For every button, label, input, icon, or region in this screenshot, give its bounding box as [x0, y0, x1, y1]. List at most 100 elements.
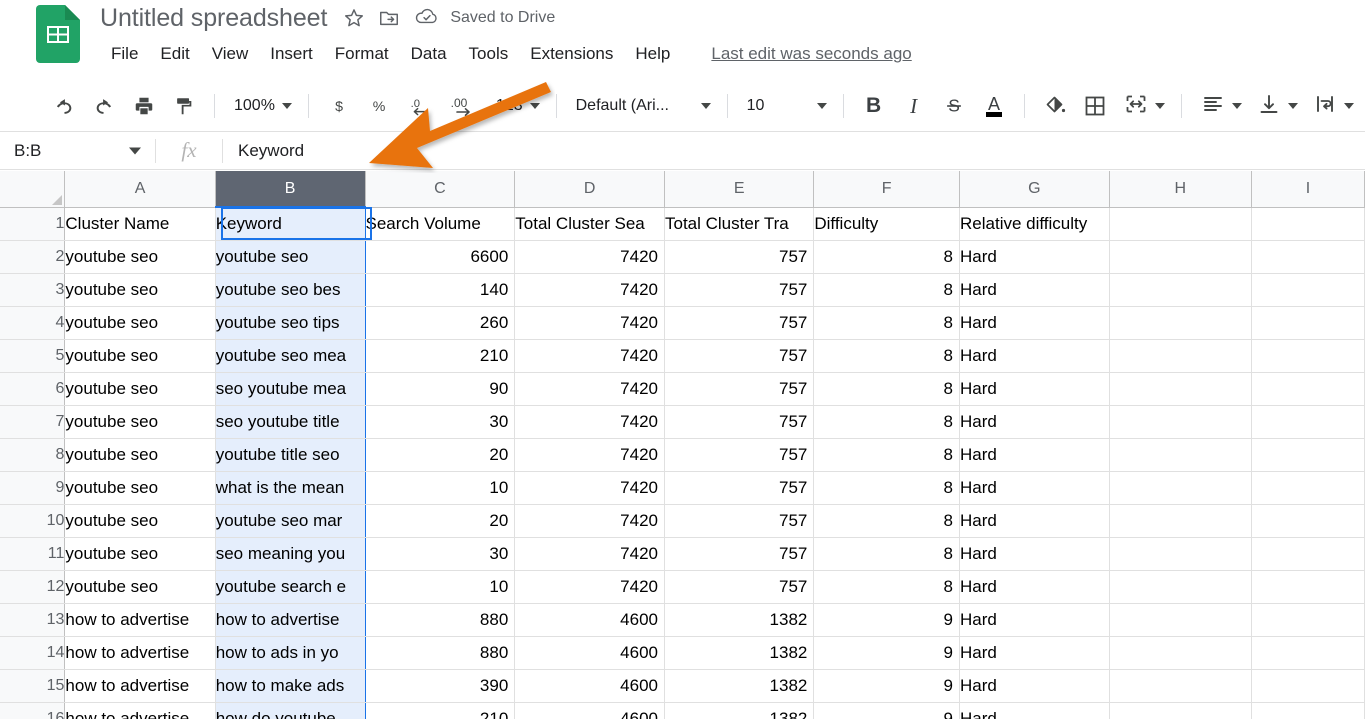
cell-H14[interactable]: [1109, 636, 1253, 670]
cell-G2[interactable]: Hard: [959, 240, 1110, 274]
undo-icon[interactable]: [47, 89, 81, 123]
cell-H4[interactable]: [1109, 306, 1253, 340]
cell-F9[interactable]: 8: [813, 471, 961, 505]
cell-B6[interactable]: seo youtube mea: [214, 372, 366, 406]
cell-I7[interactable]: [1251, 405, 1365, 439]
star-outline-icon[interactable]: [341, 5, 367, 31]
cell-H2[interactable]: [1109, 240, 1253, 274]
cell-G3[interactable]: Hard: [959, 273, 1110, 307]
cell-A8[interactable]: youtube seo: [64, 438, 216, 472]
cell-I10[interactable]: [1251, 504, 1365, 538]
cell-G5[interactable]: Hard: [959, 339, 1110, 373]
cell-F14[interactable]: 9: [813, 636, 961, 670]
cell-E2[interactable]: 757: [664, 240, 815, 274]
cell-I8[interactable]: [1251, 438, 1365, 472]
column-header-g[interactable]: G: [959, 171, 1110, 208]
percent-icon[interactable]: %: [362, 89, 396, 123]
text-wrapping-selector[interactable]: [1304, 89, 1360, 123]
cell-A15[interactable]: how to advertise: [64, 669, 216, 703]
menu-file[interactable]: File: [100, 39, 149, 69]
cell-G12[interactable]: Hard: [959, 570, 1110, 604]
cell-E13[interactable]: 1382: [664, 603, 815, 637]
chevron-down-icon[interactable]: [129, 147, 141, 154]
cell-F15[interactable]: 9: [813, 669, 961, 703]
font-family-selector[interactable]: Default (Ari...: [567, 89, 717, 123]
cell-E7[interactable]: 757: [664, 405, 815, 439]
cell-B1[interactable]: Keyword: [214, 207, 366, 241]
cell-C9[interactable]: 10: [365, 471, 516, 505]
menu-format[interactable]: Format: [324, 39, 400, 69]
cell-D8[interactable]: 7420: [514, 438, 665, 472]
row-header-2[interactable]: 2: [0, 240, 66, 274]
row-header-10[interactable]: 10: [0, 504, 66, 538]
cell-D7[interactable]: 7420: [514, 405, 665, 439]
cell-I6[interactable]: [1251, 372, 1365, 406]
cell-D12[interactable]: 7420: [514, 570, 665, 604]
cell-E11[interactable]: 757: [664, 537, 815, 571]
row-header-8[interactable]: 8: [0, 438, 66, 472]
cell-G4[interactable]: Hard: [959, 306, 1110, 340]
cell-C5[interactable]: 210: [365, 339, 516, 373]
cell-D9[interactable]: 7420: [514, 471, 665, 505]
cell-E5[interactable]: 757: [664, 339, 815, 373]
cell-G11[interactable]: Hard: [959, 537, 1110, 571]
cell-F7[interactable]: 8: [813, 405, 961, 439]
cell-H13[interactable]: [1109, 603, 1253, 637]
google-sheets-logo-icon[interactable]: [36, 5, 80, 63]
cell-B4[interactable]: youtube seo tips: [214, 306, 366, 340]
cell-E14[interactable]: 1382: [664, 636, 815, 670]
cell-E15[interactable]: 1382: [664, 669, 815, 703]
cell-C2[interactable]: 6600: [365, 240, 516, 274]
more-formats-selector[interactable]: 123: [487, 89, 546, 123]
row-header-11[interactable]: 11: [0, 537, 66, 571]
cell-G15[interactable]: Hard: [959, 669, 1110, 703]
cell-C1[interactable]: Search Volume: [365, 207, 516, 241]
cell-B3[interactable]: youtube seo bes: [214, 273, 366, 307]
cell-H12[interactable]: [1109, 570, 1253, 604]
document-title[interactable]: Untitled spreadsheet: [100, 0, 341, 36]
cell-I1[interactable]: [1251, 207, 1365, 241]
row-header-7[interactable]: 7: [0, 405, 66, 439]
cell-A9[interactable]: youtube seo: [64, 471, 216, 505]
cell-I16[interactable]: [1251, 702, 1365, 719]
row-header-15[interactable]: 15: [0, 669, 66, 703]
cell-I4[interactable]: [1251, 306, 1365, 340]
cell-C8[interactable]: 20: [365, 438, 516, 472]
cell-F10[interactable]: 8: [813, 504, 961, 538]
cell-C3[interactable]: 140: [365, 273, 516, 307]
cell-D15[interactable]: 4600: [514, 669, 665, 703]
cell-H9[interactable]: [1109, 471, 1253, 505]
row-header-13[interactable]: 13: [0, 603, 66, 637]
name-box[interactable]: B:B: [0, 132, 155, 170]
cell-A3[interactable]: youtube seo: [64, 273, 216, 307]
cell-B8[interactable]: youtube title seo: [214, 438, 366, 472]
last-edit-link[interactable]: Last edit was seconds ago: [711, 44, 911, 64]
cell-D6[interactable]: 7420: [514, 372, 665, 406]
cell-E12[interactable]: 757: [664, 570, 815, 604]
cell-C13[interactable]: 880: [365, 603, 516, 637]
cell-E3[interactable]: 757: [664, 273, 815, 307]
row-header-16[interactable]: 16: [0, 702, 66, 719]
cell-D13[interactable]: 4600: [514, 603, 665, 637]
saved-to-drive-status[interactable]: Saved to Drive: [415, 6, 555, 31]
cell-E16[interactable]: 1382: [664, 702, 815, 719]
cell-F16[interactable]: 9: [813, 702, 961, 719]
column-header-b[interactable]: B: [215, 171, 366, 208]
cell-B14[interactable]: how to ads in yo: [214, 636, 366, 670]
cell-C15[interactable]: 390: [365, 669, 516, 703]
cell-I11[interactable]: [1251, 537, 1365, 571]
cell-C4[interactable]: 260: [365, 306, 516, 340]
column-header-a[interactable]: A: [64, 171, 216, 208]
cell-F1[interactable]: Difficulty: [813, 207, 961, 241]
cell-F11[interactable]: 8: [813, 537, 961, 571]
redo-icon[interactable]: [87, 89, 121, 123]
cell-D4[interactable]: 7420: [514, 306, 665, 340]
cell-F6[interactable]: 8: [813, 372, 961, 406]
cell-A5[interactable]: youtube seo: [64, 339, 216, 373]
cell-H15[interactable]: [1109, 669, 1253, 703]
menu-insert[interactable]: Insert: [259, 39, 324, 69]
cell-A1[interactable]: Cluster Name: [64, 207, 216, 241]
cell-F5[interactable]: 8: [813, 339, 961, 373]
column-header-f[interactable]: F: [813, 171, 961, 208]
italic-button[interactable]: I: [897, 89, 931, 123]
